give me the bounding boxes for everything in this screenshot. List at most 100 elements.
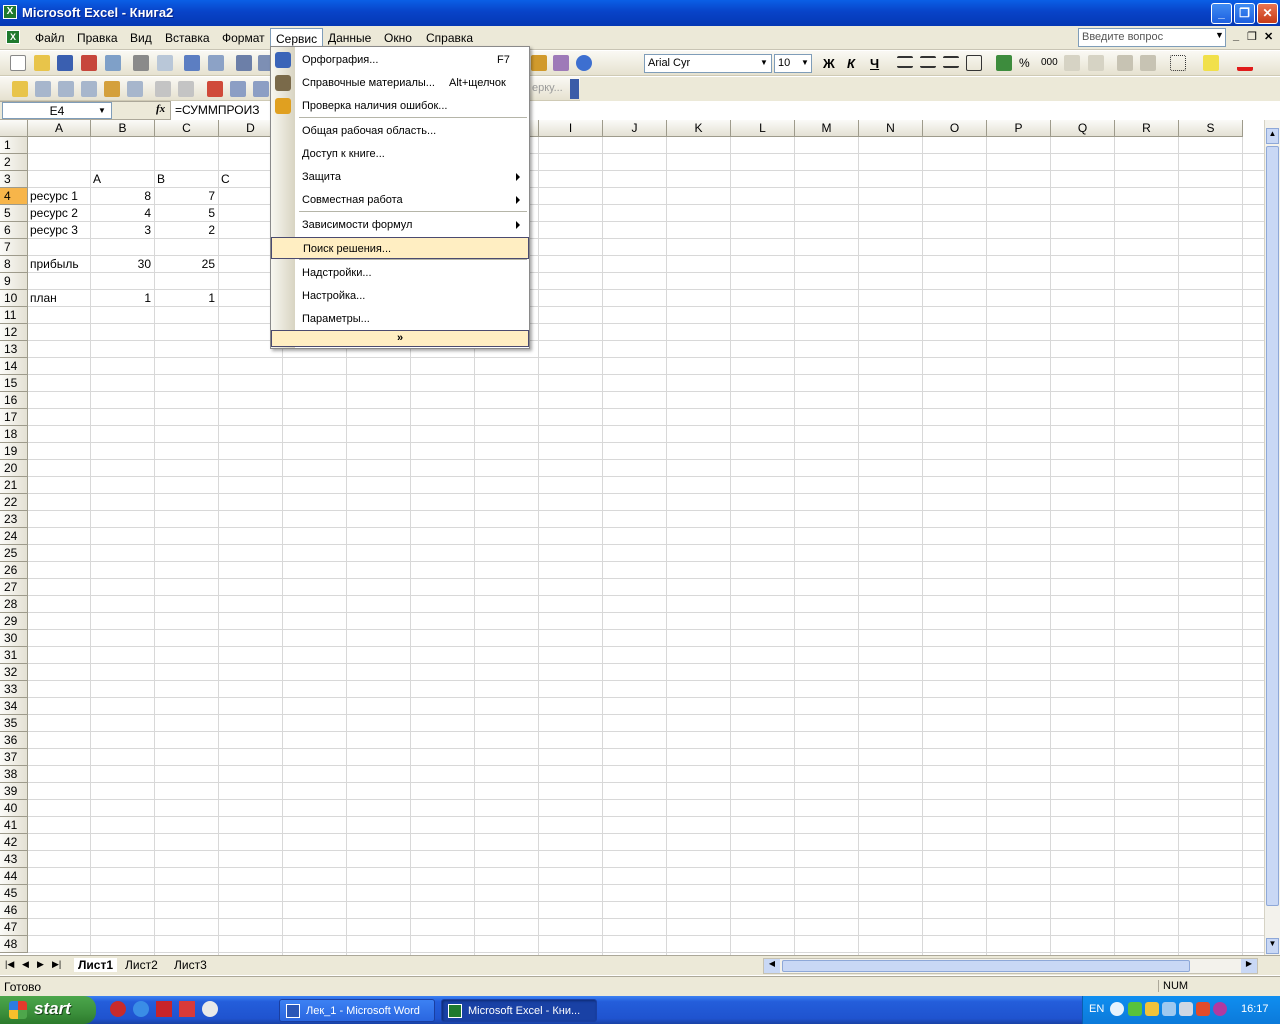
cell-b5[interactable]: 4 <box>93 205 154 222</box>
print-preview-icon[interactable] <box>157 55 173 71</box>
namebox-dropdown-icon[interactable]: ▼ <box>98 106 106 115</box>
quicklaunch-ie-icon[interactable] <box>133 1001 149 1017</box>
ask-dropdown-icon[interactable]: ▼ <box>1215 30 1224 40</box>
menu-view[interactable]: Вид <box>126 30 156 46</box>
cell-c8[interactable]: 25 <box>157 256 218 273</box>
menu-item-protection[interactable]: Защита <box>271 166 529 188</box>
row-header-1[interactable]: 1 <box>0 137 28 154</box>
row-header-32[interactable]: 32 <box>0 664 28 681</box>
sheet-tab-3[interactable]: Лист3 <box>174 958 207 972</box>
research-icon[interactable] <box>208 55 224 71</box>
help-icon[interactable] <box>576 55 592 71</box>
title-bar[interactable]: X Microsoft Excel - Книга2 _ ❐ ✕ <box>0 0 1280 26</box>
decrease-decimal-icon[interactable] <box>1088 55 1104 71</box>
align-center-icon[interactable] <box>920 56 936 68</box>
column-header-c[interactable]: C <box>155 120 219 137</box>
font-color-icon[interactable] <box>1237 55 1253 71</box>
review-icon-5[interactable] <box>104 81 120 97</box>
cell-c3[interactable]: B <box>157 171 218 188</box>
column-header-q[interactable]: Q <box>1051 120 1115 137</box>
cell-b3[interactable]: A <box>93 171 154 188</box>
scroll-up-icon[interactable]: ▲ <box>1266 128 1279 144</box>
row-header-12[interactable]: 12 <box>0 324 28 341</box>
cell-c4[interactable]: 7 <box>157 188 218 205</box>
sheet-tab-2[interactable]: Лист2 <box>125 958 158 972</box>
menu-item-spelling[interactable]: Орфография... F7 <box>271 49 529 71</box>
italic-button[interactable]: К <box>847 56 855 71</box>
row-header-33[interactable]: 33 <box>0 681 28 698</box>
row-header-22[interactable]: 22 <box>0 494 28 511</box>
row-header-44[interactable]: 44 <box>0 868 28 885</box>
row-header-28[interactable]: 28 <box>0 596 28 613</box>
row-header-16[interactable]: 16 <box>0 392 28 409</box>
decrease-indent-icon[interactable] <box>1117 55 1133 71</box>
align-right-icon[interactable] <box>943 56 959 68</box>
name-box[interactable]: E4 <box>2 102 112 119</box>
toolbar-options-icon[interactable] <box>570 79 579 99</box>
size-dropdown-icon[interactable]: ▼ <box>801 58 809 67</box>
review-truncated-label[interactable]: ерку... <box>532 82 563 94</box>
column-header-i[interactable]: I <box>539 120 603 137</box>
fill-color-icon[interactable] <box>1203 55 1219 71</box>
menu-item-collaboration[interactable]: Совместная работа <box>271 189 529 211</box>
new-icon[interactable] <box>10 55 26 71</box>
review-icon-8[interactable] <box>178 81 194 97</box>
tray-icon-2[interactable] <box>1145 1002 1159 1016</box>
review-icon-10[interactable] <box>230 81 246 97</box>
increase-indent-icon[interactable] <box>1140 55 1156 71</box>
menu-data[interactable]: Данные <box>324 30 375 46</box>
menu-item-shared-workspace[interactable]: Общая рабочая область... <box>271 120 529 142</box>
cell-b8[interactable]: 30 <box>93 256 154 273</box>
cell-a8[interactable]: прибыль <box>30 256 90 273</box>
tray-icon-1[interactable] <box>1128 1002 1142 1016</box>
tray-icon-4[interactable] <box>1179 1002 1193 1016</box>
borders-icon[interactable] <box>1170 55 1186 71</box>
column-header-l[interactable]: L <box>731 120 795 137</box>
email-icon[interactable] <box>105 55 121 71</box>
menu-item-options[interactable]: Параметры... <box>271 308 529 330</box>
vertical-scrollbar[interactable]: ▲ ▼ <box>1264 120 1280 955</box>
row-header-31[interactable]: 31 <box>0 647 28 664</box>
language-indicator[interactable]: EN <box>1089 1003 1104 1015</box>
font-dropdown-icon[interactable]: ▼ <box>760 58 768 67</box>
column-header-a[interactable]: A <box>28 120 91 137</box>
column-header-b[interactable]: B <box>91 120 155 137</box>
select-all-corner[interactable] <box>0 120 28 137</box>
menu-edit[interactable]: Правка <box>73 30 122 46</box>
menu-help[interactable]: Справка <box>422 30 477 46</box>
row-header-4[interactable]: 4 <box>0 188 28 205</box>
close-button[interactable]: ✕ <box>1257 3 1278 24</box>
menu-item-add-ins[interactable]: Надстройки... <box>271 262 529 284</box>
cell-a6[interactable]: ресурс 3 <box>30 222 90 239</box>
cell-c6[interactable]: 2 <box>157 222 218 239</box>
row-header-6[interactable]: 6 <box>0 222 28 239</box>
row-header-2[interactable]: 2 <box>0 154 28 171</box>
chart-wizard-icon[interactable] <box>531 55 547 71</box>
insert-function-icon[interactable]: fx <box>156 103 165 115</box>
review-icon-11[interactable] <box>253 81 269 97</box>
row-header-17[interactable]: 17 <box>0 409 28 426</box>
row-header-21[interactable]: 21 <box>0 477 28 494</box>
taskbar-word-button[interactable]: Лек_1 - Microsoft Word <box>279 999 435 1022</box>
row-header-13[interactable]: 13 <box>0 341 28 358</box>
tray-network-icon[interactable] <box>1162 1002 1176 1016</box>
column-header-p[interactable]: P <box>987 120 1051 137</box>
scroll-left-icon[interactable]: ◀ <box>764 959 780 973</box>
menu-item-formula-auditing[interactable]: Зависимости формул <box>271 214 529 236</box>
merge-center-icon[interactable] <box>966 55 982 71</box>
menu-item-error-checking[interactable]: Проверка наличия ошибок... <box>271 95 529 117</box>
first-sheet-icon[interactable]: |◀ <box>5 959 14 970</box>
cell-a4[interactable]: ресурс 1 <box>30 188 90 205</box>
column-header-j[interactable]: J <box>603 120 667 137</box>
row-header-38[interactable]: 38 <box>0 766 28 783</box>
row-header-20[interactable]: 20 <box>0 460 28 477</box>
row-header-43[interactable]: 43 <box>0 851 28 868</box>
review-open-icon[interactable] <box>12 81 28 97</box>
row-header-35[interactable]: 35 <box>0 715 28 732</box>
increase-decimal-icon[interactable] <box>1064 55 1080 71</box>
sheet-tab-1[interactable]: Лист1 <box>74 958 118 972</box>
column-header-m[interactable]: M <box>795 120 859 137</box>
cell-a10[interactable]: план <box>30 290 90 307</box>
menu-window[interactable]: Окно <box>380 30 416 46</box>
horizontal-scrollbar[interactable]: ◀ ▶ <box>763 958 1258 974</box>
